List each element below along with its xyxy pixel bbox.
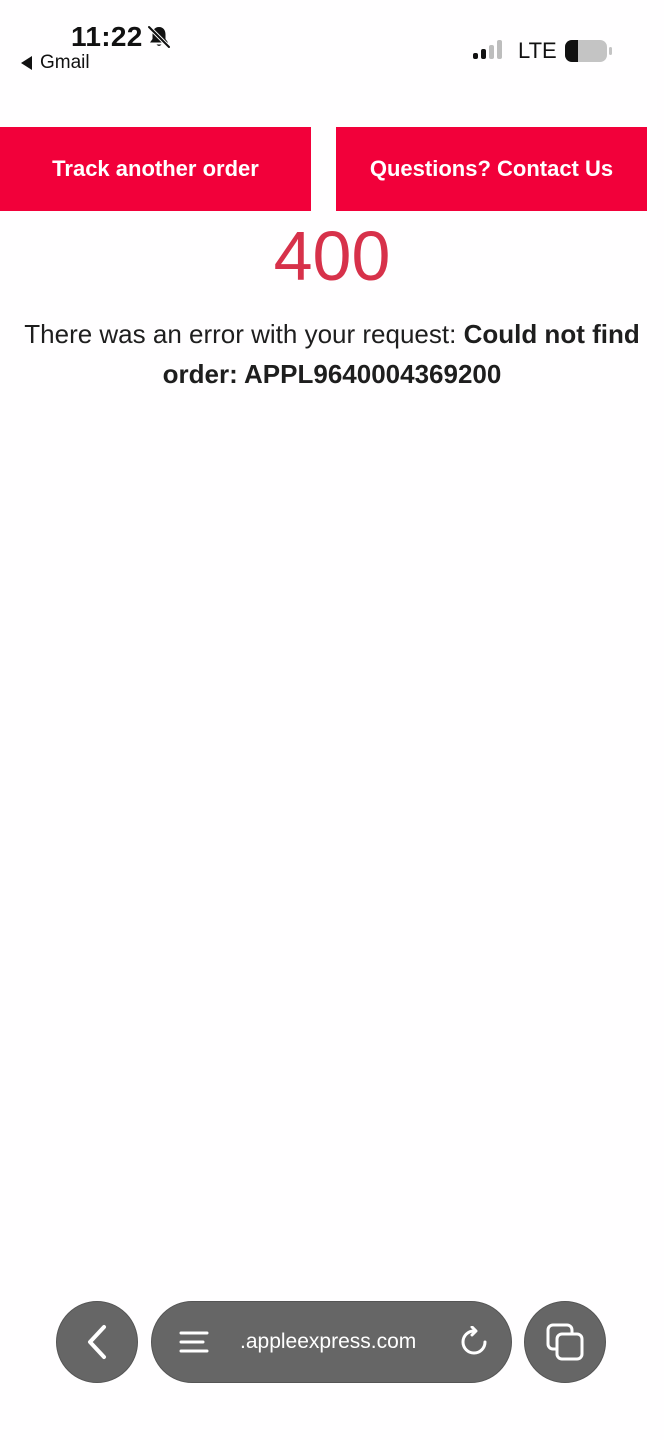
reload-icon[interactable] bbox=[458, 1326, 490, 1358]
address-bar[interactable]: .appleexpress.com bbox=[151, 1301, 512, 1383]
back-app-label: Gmail bbox=[40, 52, 90, 73]
status-time: 11:22 bbox=[71, 21, 143, 52]
back-to-app-link[interactable]: Gmail bbox=[21, 52, 90, 74]
screen: 11:22 Gmail LTE Track another order Ques… bbox=[0, 0, 664, 1440]
error-code: 400 bbox=[273, 217, 391, 295]
url-text[interactable]: .appleexpress.com bbox=[240, 1328, 416, 1356]
browser-back-button[interactable] bbox=[56, 1301, 138, 1383]
back-triangle-icon bbox=[21, 56, 32, 70]
track-another-order-button[interactable]: Track another order bbox=[0, 127, 311, 211]
contact-us-button[interactable]: Questions? Contact Us bbox=[336, 127, 647, 211]
error-message: There was an error with your request: Co… bbox=[20, 314, 644, 394]
bell-slash-icon bbox=[147, 25, 171, 49]
error-message-prefix: There was an error with your request: bbox=[24, 319, 464, 349]
network-label: LTE bbox=[518, 38, 557, 63]
tabs-icon bbox=[546, 1323, 584, 1361]
chevron-left-icon bbox=[88, 1325, 106, 1359]
signal-icon bbox=[473, 40, 502, 59]
tabs-button[interactable] bbox=[524, 1301, 606, 1383]
menu-icon[interactable] bbox=[179, 1330, 209, 1354]
battery-icon bbox=[565, 40, 612, 62]
